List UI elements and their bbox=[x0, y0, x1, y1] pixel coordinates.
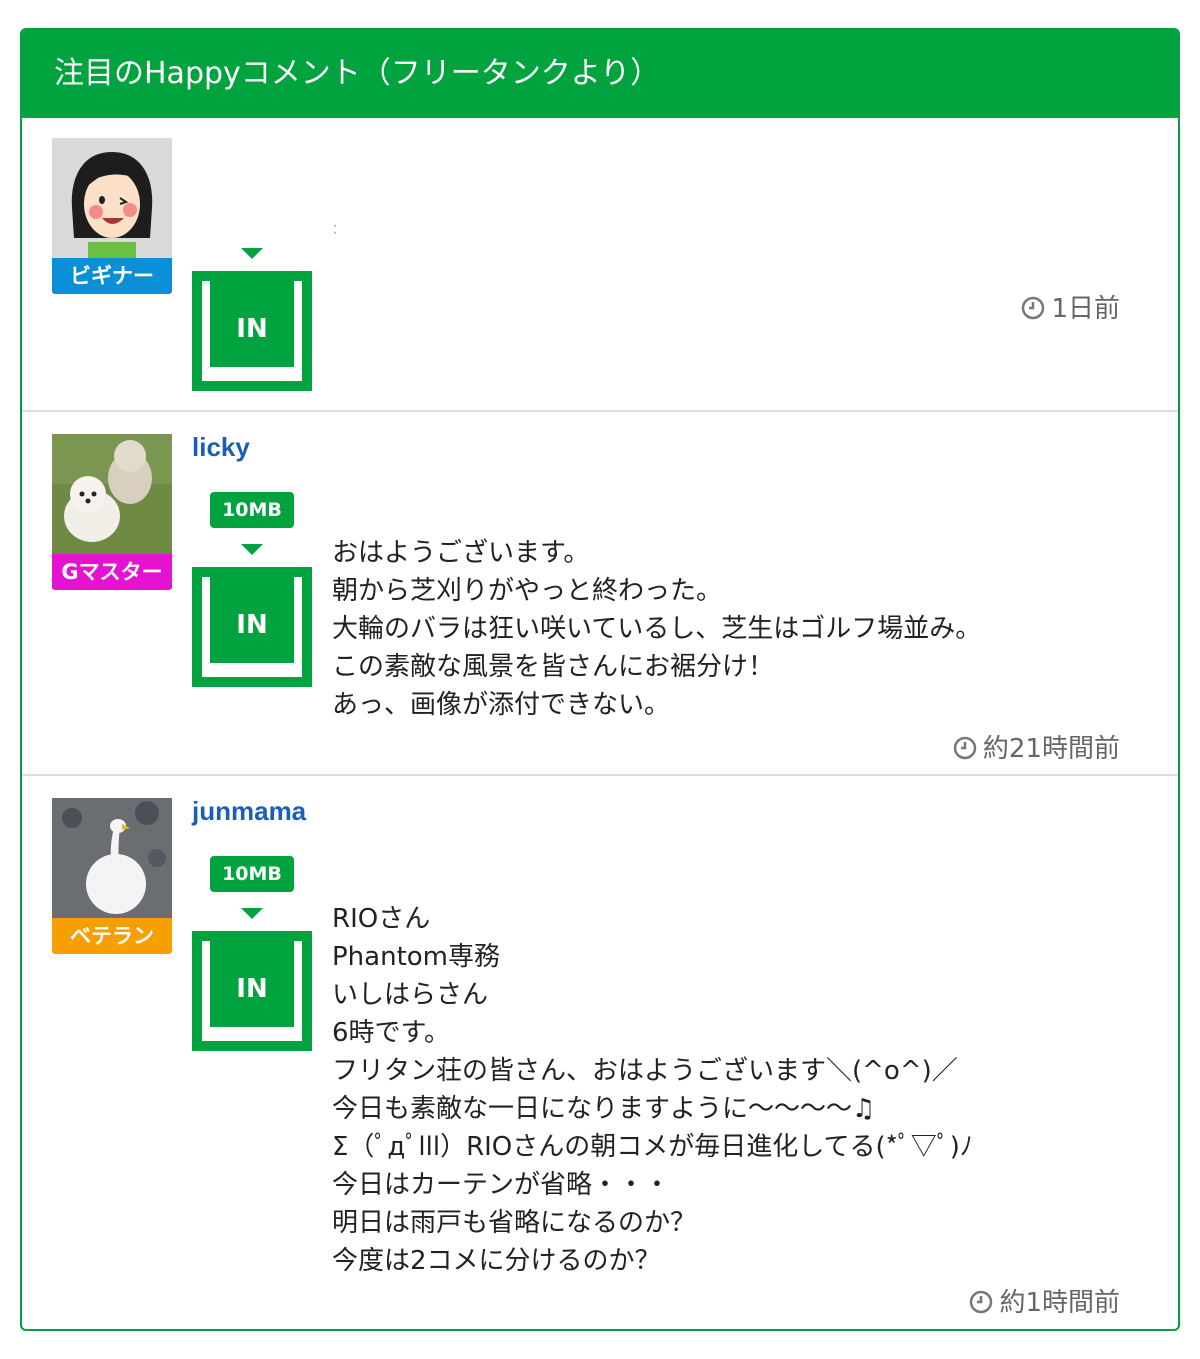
timestamp: 1日前 bbox=[1021, 288, 1120, 325]
username-link[interactable]: junmama bbox=[192, 796, 306, 827]
in-label: IN bbox=[210, 567, 294, 663]
user-avatar[interactable]: ビギナー bbox=[52, 138, 172, 294]
rank-badge: Gマスター bbox=[52, 554, 172, 590]
panel-title: 注目のHappyコメント（フリータンクより） bbox=[22, 30, 1178, 118]
timestamp-text: 1日前 bbox=[1051, 294, 1120, 324]
comment-item: Gマスター licky 10MB IN おはようございます。 朝から芝刈りがやっ… bbox=[22, 414, 1178, 776]
size-badge: 10MB bbox=[210, 856, 294, 892]
comment-body: RIOさん Phantom専務 いしはらさん 6時です。 フリタン荘の皆さん、お… bbox=[332, 904, 973, 1276]
comment-body: : bbox=[332, 218, 339, 239]
in-button[interactable]: IN bbox=[192, 931, 312, 1051]
size-badge: 10MB bbox=[210, 492, 294, 528]
timestamp: 約1時間前 bbox=[969, 1282, 1120, 1319]
in-label: IN bbox=[210, 931, 294, 1027]
swan-photo bbox=[52, 798, 172, 918]
clock-icon bbox=[970, 1290, 993, 1314]
clock-icon bbox=[1022, 296, 1045, 320]
rank-badge: ベテラン bbox=[52, 918, 172, 954]
woman-avatar-icon bbox=[52, 138, 172, 258]
user-avatar[interactable]: Gマスター bbox=[52, 434, 172, 590]
timestamp: 約21時間前 bbox=[953, 728, 1120, 765]
username-link[interactable]: licky bbox=[192, 432, 250, 463]
clock-icon bbox=[953, 736, 977, 760]
in-label: IN bbox=[210, 271, 294, 367]
timestamp-text: 約1時間前 bbox=[999, 1288, 1120, 1318]
happy-comments-panel: 注目のHappyコメント（フリータンクより） ビギナー IN : 1日前 Gマス… bbox=[20, 28, 1180, 1331]
in-button[interactable]: IN bbox=[192, 271, 312, 391]
rank-badge: ビギナー bbox=[52, 258, 172, 294]
dogs-photo bbox=[52, 434, 172, 554]
timestamp-text: 約21時間前 bbox=[982, 734, 1120, 764]
in-button[interactable]: IN bbox=[192, 567, 312, 687]
user-avatar[interactable]: ベテラン bbox=[52, 798, 172, 954]
comment-body: おはようございます。 朝から芝刈りがやっと終わった。 大輪のバラは狂い咲いている… bbox=[332, 538, 982, 720]
comment-item: ビギナー IN : 1日前 bbox=[22, 118, 1178, 412]
down-arrow-icon bbox=[241, 908, 263, 919]
down-arrow-icon bbox=[241, 248, 263, 259]
comment-item: ベテラン junmama 10MB IN RIOさん Phantom専務 いしは… bbox=[22, 778, 1178, 1329]
down-arrow-icon bbox=[241, 544, 263, 555]
